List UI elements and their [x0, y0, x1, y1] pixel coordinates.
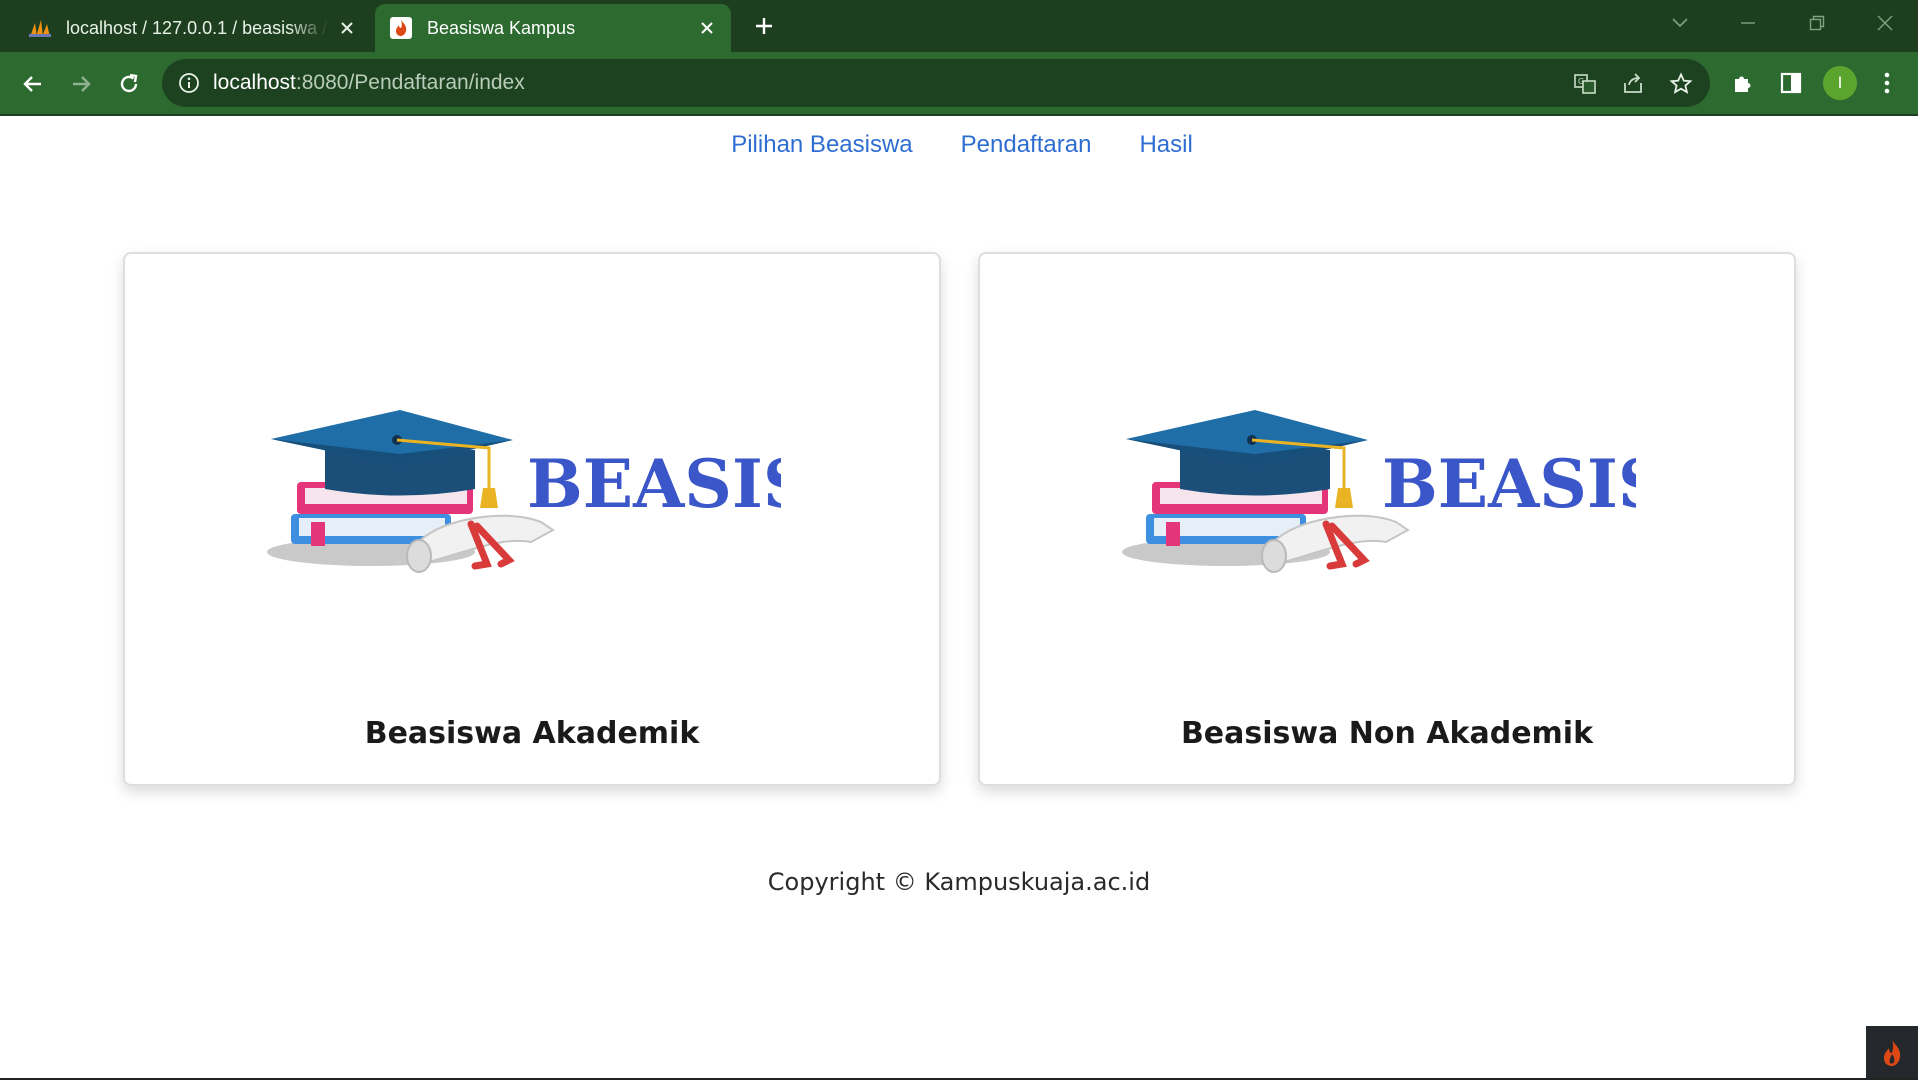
beasiswa-logo-image: BEASISWA: [1122, 410, 1636, 573]
debug-toolbar-toggle[interactable]: [1866, 1026, 1918, 1080]
bookmark-star-icon[interactable]: [1668, 71, 1694, 97]
nav-link-pendaftaran[interactable]: Pendaftaran: [961, 131, 1092, 159]
profile-avatar[interactable]: I: [1823, 66, 1857, 100]
nav-link-hasil[interactable]: Hasil: [1139, 131, 1192, 159]
svg-text:G: G: [1578, 77, 1584, 86]
logo-text: BEASISWA: [527, 445, 781, 523]
side-panel-icon: [1780, 72, 1802, 94]
extensions-button[interactable]: [1727, 67, 1759, 99]
close-icon[interactable]: [695, 16, 719, 40]
codeigniter-flame-icon: [389, 16, 413, 40]
arrow-left-icon: [23, 76, 41, 92]
tab-strip: localhost / 127.0.0.1 / beasiswa / … Bea…: [0, 0, 1918, 52]
codeigniter-flame-icon: [1884, 1040, 1901, 1066]
close-icon: [1877, 15, 1893, 31]
browser-toolbar: localhost:8080/Pendaftaran/index G I: [0, 52, 1918, 114]
card-title[interactable]: Beasiswa Non Akademik: [980, 716, 1794, 751]
footer-copyright: Copyright © Kampuskuaja.ac.id: [767, 868, 1151, 896]
chevron-down-icon: [1672, 18, 1688, 28]
puzzle-icon: [1735, 76, 1751, 92]
nav-link-pilihan-beasiswa[interactable]: Pilihan Beasiswa: [731, 131, 912, 159]
window-close-button[interactable]: [1865, 8, 1905, 38]
address-bar[interactable]: localhost:8080/Pendaftaran/index G: [162, 59, 1710, 107]
reload-icon: [120, 73, 138, 93]
top-nav: Pilihan Beasiswa Pendaftaran Hasil: [0, 131, 1918, 159]
beasiswa-logo-image: BEASISWA: [267, 410, 781, 573]
share-icon[interactable]: [1620, 71, 1646, 97]
plus-icon: [756, 18, 772, 34]
forward-button[interactable]: [64, 67, 98, 101]
minimize-icon: [1741, 22, 1755, 24]
new-tab-button[interactable]: [749, 11, 779, 41]
arrow-right-icon: [73, 76, 91, 92]
side-panel-button[interactable]: [1775, 67, 1807, 99]
restore-button[interactable]: [1797, 8, 1837, 38]
translate-icon[interactable]: G: [1572, 71, 1598, 97]
tab-beasiswa-kampus[interactable]: Beasiswa Kampus: [375, 4, 731, 52]
minimize-button[interactable]: [1728, 8, 1768, 38]
logo-text: BEASISWA: [1382, 445, 1636, 523]
scholarship-card-akademik[interactable]: BEASISWA Beasiswa Akademik: [123, 252, 941, 786]
scholarship-card-non-akademik[interactable]: BEASISWA Beasiswa Non Akademik: [978, 252, 1796, 786]
phpmyadmin-icon: [28, 16, 52, 40]
close-icon[interactable]: [335, 16, 359, 40]
card-title[interactable]: Beasiswa Akademik: [125, 716, 939, 751]
menu-button[interactable]: [1871, 67, 1903, 99]
tab-search-button[interactable]: [1660, 8, 1700, 38]
tab-title: localhost / 127.0.0.1 / beasiswa / …: [66, 17, 328, 38]
reload-button[interactable]: [112, 67, 146, 101]
url-text[interactable]: localhost:8080/Pendaftaran/index: [213, 71, 525, 95]
more-vert-icon: [1884, 72, 1890, 94]
page-content: Pilihan Beasiswa Pendaftaran Hasil BEASI…: [0, 116, 1918, 1080]
restore-icon: [1809, 15, 1825, 31]
tab-title: Beasiswa Kampus: [427, 17, 576, 38]
info-icon: [179, 73, 199, 93]
tab-phpmyadmin[interactable]: localhost / 127.0.0.1 / beasiswa / …: [0, 4, 371, 52]
back-button[interactable]: [16, 67, 50, 101]
